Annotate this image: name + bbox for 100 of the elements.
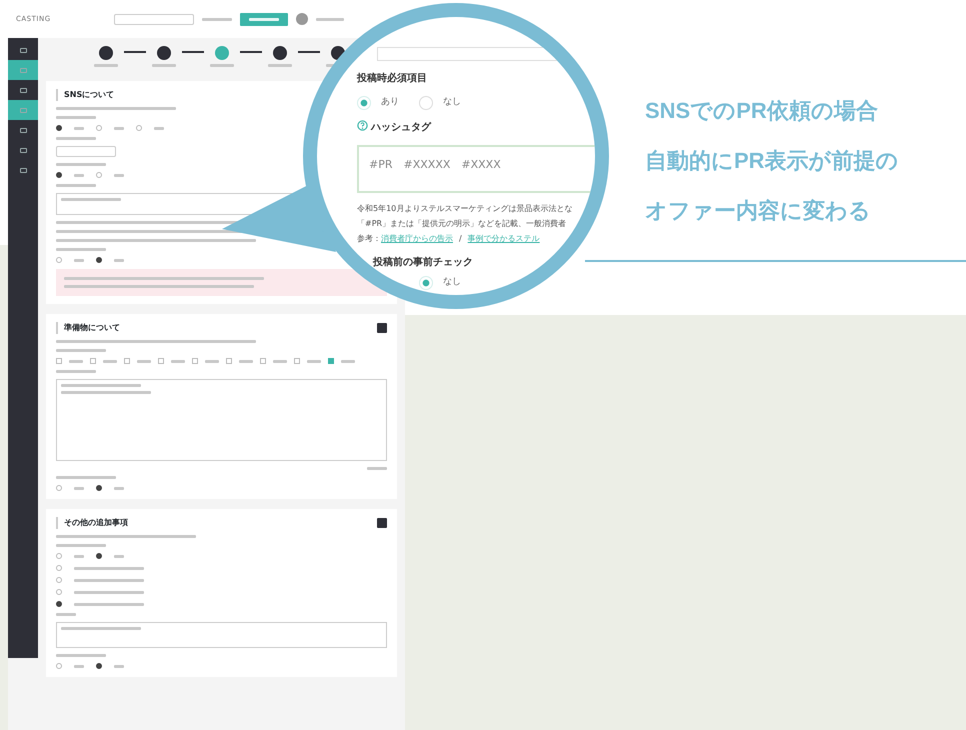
radio-button[interactable] bbox=[136, 125, 142, 131]
radio-button[interactable] bbox=[56, 565, 62, 571]
blurred-text bbox=[56, 476, 116, 479]
blurred-text bbox=[367, 467, 387, 470]
search-field[interactable] bbox=[114, 14, 194, 24]
blurred-text bbox=[56, 184, 96, 187]
blurred-text bbox=[69, 360, 83, 362]
blurred-text bbox=[171, 360, 185, 362]
collapse-button[interactable] bbox=[377, 518, 387, 528]
blurred-text bbox=[210, 64, 234, 67]
radio-button[interactable] bbox=[56, 485, 62, 491]
blurred-text bbox=[103, 360, 117, 362]
checkbox[interactable] bbox=[226, 358, 232, 364]
blurred-text bbox=[56, 654, 106, 657]
radio-button[interactable] bbox=[96, 257, 102, 263]
blurred-text bbox=[94, 64, 118, 67]
blurred-text bbox=[114, 486, 124, 490]
blurred-text bbox=[114, 664, 124, 668]
menu-item-icon bbox=[20, 128, 26, 132]
radio-option[interactable]: あり bbox=[357, 96, 399, 110]
checkbox[interactable] bbox=[56, 358, 62, 364]
blurred-text bbox=[56, 544, 106, 547]
blurred-text bbox=[114, 174, 124, 176]
radio-button[interactable] bbox=[96, 485, 102, 491]
blurred-text bbox=[56, 349, 106, 352]
text-area[interactable] bbox=[56, 622, 387, 648]
avatar-icon bbox=[296, 13, 308, 25]
blurred-text bbox=[74, 174, 84, 176]
collapse-button[interactable] bbox=[377, 323, 387, 333]
notice-text: 令和5年10月よりステルスマーケティングは景品表示法とな bbox=[357, 203, 574, 215]
step-connector bbox=[298, 50, 320, 52]
blurred-text bbox=[74, 566, 144, 570]
field-label: 投稿前の事前チェック bbox=[372, 256, 474, 270]
blurred-text bbox=[61, 198, 121, 201]
blurred-text bbox=[205, 360, 219, 362]
blurred-text bbox=[56, 248, 106, 251]
blurred-text bbox=[56, 163, 106, 166]
radio-button[interactable] bbox=[56, 577, 62, 583]
blurred-text bbox=[268, 64, 292, 67]
step-connector bbox=[182, 50, 204, 52]
blurred-text bbox=[114, 258, 124, 262]
menu-item-icon bbox=[20, 48, 26, 52]
radio-button[interactable] bbox=[56, 601, 62, 607]
blurred-text bbox=[152, 64, 176, 67]
blurred-text bbox=[273, 360, 287, 362]
blurred-text bbox=[114, 126, 124, 130]
primary-button[interactable] bbox=[240, 12, 288, 26]
menu-item-icon bbox=[20, 148, 26, 152]
blurred-text bbox=[74, 590, 144, 594]
blurred-text bbox=[137, 360, 151, 362]
separator: / bbox=[459, 234, 462, 243]
section-title: SNSについて bbox=[64, 89, 114, 101]
menu-item-icon bbox=[20, 88, 26, 92]
section-title: 準備物について bbox=[64, 322, 120, 334]
blurred-text bbox=[239, 360, 253, 362]
text-area[interactable] bbox=[56, 379, 387, 461]
radio-button[interactable] bbox=[56, 172, 62, 178]
radio-button[interactable] bbox=[96, 663, 102, 669]
radio-button[interactable] bbox=[56, 125, 62, 131]
radio-button[interactable] bbox=[96, 125, 102, 131]
select-field[interactable] bbox=[377, 47, 557, 61]
section-title: その他の追加事項 bbox=[64, 517, 128, 529]
select-field[interactable] bbox=[56, 146, 116, 157]
help-icon bbox=[357, 120, 368, 131]
field-label: 投稿時必須項目 bbox=[357, 72, 428, 86]
radio-option[interactable]: なし bbox=[419, 96, 461, 110]
radio-option[interactable]: なし bbox=[419, 276, 461, 290]
field-label: ハッシュタグ bbox=[357, 120, 595, 135]
radio-button[interactable] bbox=[56, 553, 62, 559]
checkbox[interactable] bbox=[124, 358, 130, 364]
blurred-text bbox=[74, 578, 144, 582]
blurred-text bbox=[74, 602, 144, 606]
blurred-text bbox=[74, 554, 84, 558]
blurred-text bbox=[56, 370, 96, 373]
radio-button[interactable] bbox=[56, 589, 62, 595]
blurred-text bbox=[56, 116, 96, 119]
checkbox[interactable] bbox=[294, 358, 300, 364]
blurred-text bbox=[114, 554, 124, 558]
checkbox[interactable] bbox=[328, 358, 334, 364]
checkbox[interactable] bbox=[192, 358, 198, 364]
blurred-text bbox=[74, 486, 84, 490]
radio-button[interactable] bbox=[96, 553, 102, 559]
notice-text: 「#PR」または「提供元の明示」などを記載、一般消費者 bbox=[357, 218, 568, 230]
hashtag-field[interactable]: #PR #XXXXX #XXXX bbox=[357, 145, 595, 193]
callout-text: オファー内容に変わる bbox=[645, 197, 872, 225]
radio-button[interactable] bbox=[56, 257, 62, 263]
notice-text: 参考： bbox=[357, 234, 381, 243]
blurred-text bbox=[74, 664, 84, 668]
radio-button[interactable] bbox=[56, 663, 62, 669]
radio-button[interactable] bbox=[96, 172, 102, 178]
menu-item-icon bbox=[20, 68, 26, 72]
blurred-text bbox=[202, 18, 232, 20]
callout-text: SNSでのPR依頼の場合 bbox=[645, 97, 879, 125]
checkbox[interactable] bbox=[90, 358, 96, 364]
step-connector bbox=[124, 50, 146, 52]
blurred-text bbox=[316, 18, 344, 20]
menu-item-icon bbox=[20, 168, 26, 172]
checkbox[interactable] bbox=[260, 358, 266, 364]
blurred-text bbox=[307, 360, 321, 362]
checkbox[interactable] bbox=[158, 358, 164, 364]
